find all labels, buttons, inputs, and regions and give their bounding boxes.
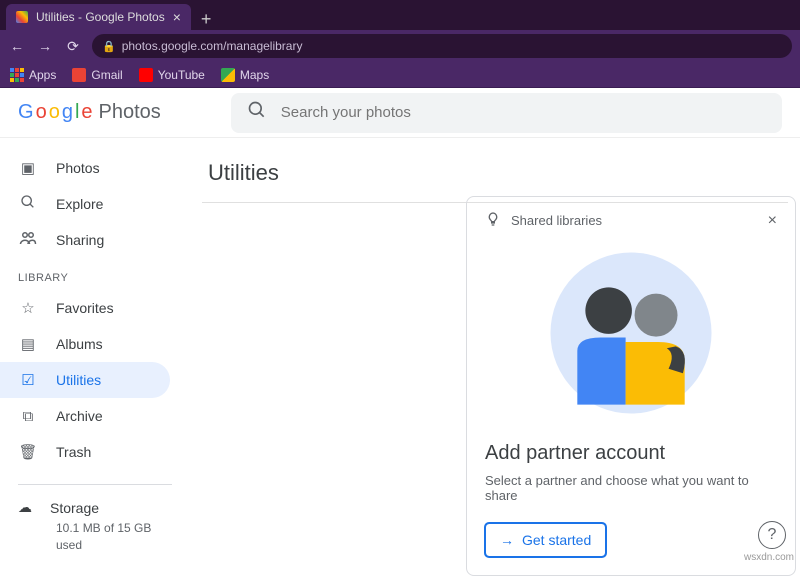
trash-icon: 🗑 bbox=[18, 443, 38, 461]
gmail-icon bbox=[72, 68, 86, 82]
search-icon bbox=[18, 194, 38, 214]
get-started-button[interactable]: → Get started bbox=[485, 523, 606, 557]
watermark: wsxdn.com bbox=[744, 552, 794, 563]
main-content: Utilities Shared libraries × bbox=[190, 138, 800, 563]
photo-icon: ▣ bbox=[18, 159, 38, 177]
bookmark-label: Gmail bbox=[91, 68, 122, 82]
bookmark-label: YouTube bbox=[158, 68, 205, 82]
card-body-text: Select a partner and choose what you wan… bbox=[485, 473, 777, 503]
check-box-icon: ☑ bbox=[18, 371, 38, 389]
help-icon: ? bbox=[768, 526, 777, 544]
youtube-icon bbox=[139, 68, 153, 82]
sidebar: ▣ Photos Explore Sharing LIBRARY ☆ Favor… bbox=[0, 138, 190, 563]
sidebar-item-utilities[interactable]: ☑ Utilities bbox=[0, 362, 170, 398]
page-title: Utilities bbox=[202, 154, 788, 202]
sidebar-item-label: Archive bbox=[56, 408, 103, 424]
album-icon: ▤ bbox=[18, 335, 38, 353]
sidebar-item-label: Favorites bbox=[56, 300, 114, 316]
sidebar-item-label: Explore bbox=[56, 196, 103, 212]
cta-label: Get started bbox=[522, 532, 591, 548]
bookmark-youtube[interactable]: YouTube bbox=[139, 68, 205, 82]
product-name: Photos bbox=[99, 101, 161, 124]
address-bar[interactable]: 🔒 photos.google.com/managelibrary bbox=[92, 34, 792, 58]
bookmark-label: Apps bbox=[29, 68, 56, 82]
search-icon bbox=[247, 100, 267, 125]
sidebar-section-library: LIBRARY bbox=[0, 258, 190, 290]
search-input[interactable] bbox=[281, 104, 766, 121]
bookmark-maps[interactable]: Maps bbox=[221, 68, 269, 82]
storage-usage-text: 10.1 MB of 15 GB used bbox=[0, 516, 190, 554]
back-button[interactable]: ← bbox=[8, 38, 26, 54]
sidebar-item-explore[interactable]: Explore bbox=[0, 186, 170, 222]
bookmark-label: Maps bbox=[240, 68, 269, 82]
bookmark-gmail[interactable]: Gmail bbox=[72, 68, 122, 82]
storage-label: Storage bbox=[50, 500, 99, 516]
sidebar-item-favorites[interactable]: ☆ Favorites bbox=[0, 290, 170, 326]
star-icon: ☆ bbox=[18, 299, 38, 317]
app-header: Google Photos bbox=[0, 88, 800, 138]
new-tab-button[interactable]: + bbox=[191, 9, 222, 30]
bookmarks-bar: Apps Gmail YouTube Maps bbox=[0, 62, 800, 88]
search-bar[interactable] bbox=[231, 93, 782, 133]
browser-tabbar: Utilities - Google Photos × + bbox=[0, 0, 800, 30]
browser-toolbar: ← → ⟳ 🔒 photos.google.com/managelibrary bbox=[0, 30, 800, 62]
sidebar-item-label: Utilities bbox=[56, 372, 101, 388]
forward-button[interactable]: → bbox=[36, 38, 54, 54]
sidebar-item-albums[interactable]: ▤ Albums bbox=[0, 326, 170, 362]
sidebar-item-photos[interactable]: ▣ Photos bbox=[0, 150, 170, 186]
lightbulb-icon bbox=[485, 211, 501, 230]
close-icon[interactable]: × bbox=[768, 212, 777, 230]
card-heading: Add partner account bbox=[485, 442, 777, 465]
bookmark-apps[interactable]: Apps bbox=[10, 68, 56, 82]
arrow-right-icon: → bbox=[500, 532, 514, 548]
maps-icon bbox=[221, 68, 235, 82]
tab-title: Utilities - Google Photos bbox=[36, 10, 165, 24]
sidebar-item-label: Trash bbox=[56, 444, 91, 460]
sidebar-item-label: Sharing bbox=[56, 232, 104, 248]
sidebar-divider bbox=[18, 484, 172, 485]
cloud-icon: ☁ bbox=[18, 499, 32, 516]
sidebar-item-trash[interactable]: 🗑 Trash bbox=[0, 434, 170, 470]
reload-button[interactable]: ⟳ bbox=[64, 38, 82, 55]
sidebar-item-storage[interactable]: ☁ Storage bbox=[0, 499, 190, 516]
people-icon bbox=[18, 230, 38, 250]
apps-icon bbox=[10, 68, 24, 82]
sidebar-item-label: Photos bbox=[56, 160, 100, 176]
archive-icon: ⧉ bbox=[18, 408, 38, 425]
lock-icon: 🔒 bbox=[102, 40, 116, 53]
browser-tab[interactable]: Utilities - Google Photos × bbox=[6, 4, 191, 30]
google-photos-logo[interactable]: Google Photos bbox=[18, 101, 161, 124]
sidebar-item-label: Albums bbox=[56, 336, 103, 352]
shared-libraries-card: Shared libraries × Add partner account S… bbox=[466, 196, 796, 576]
sidebar-item-sharing[interactable]: Sharing bbox=[0, 222, 170, 258]
partner-illustration bbox=[485, 230, 777, 442]
card-hint-label: Shared libraries bbox=[511, 213, 602, 228]
sidebar-item-archive[interactable]: ⧉ Archive bbox=[0, 398, 170, 434]
help-button[interactable]: ? bbox=[758, 521, 786, 549]
tab-favicon bbox=[16, 11, 28, 23]
url-text: photos.google.com/managelibrary bbox=[122, 39, 303, 53]
tab-close-icon[interactable]: × bbox=[173, 9, 181, 25]
